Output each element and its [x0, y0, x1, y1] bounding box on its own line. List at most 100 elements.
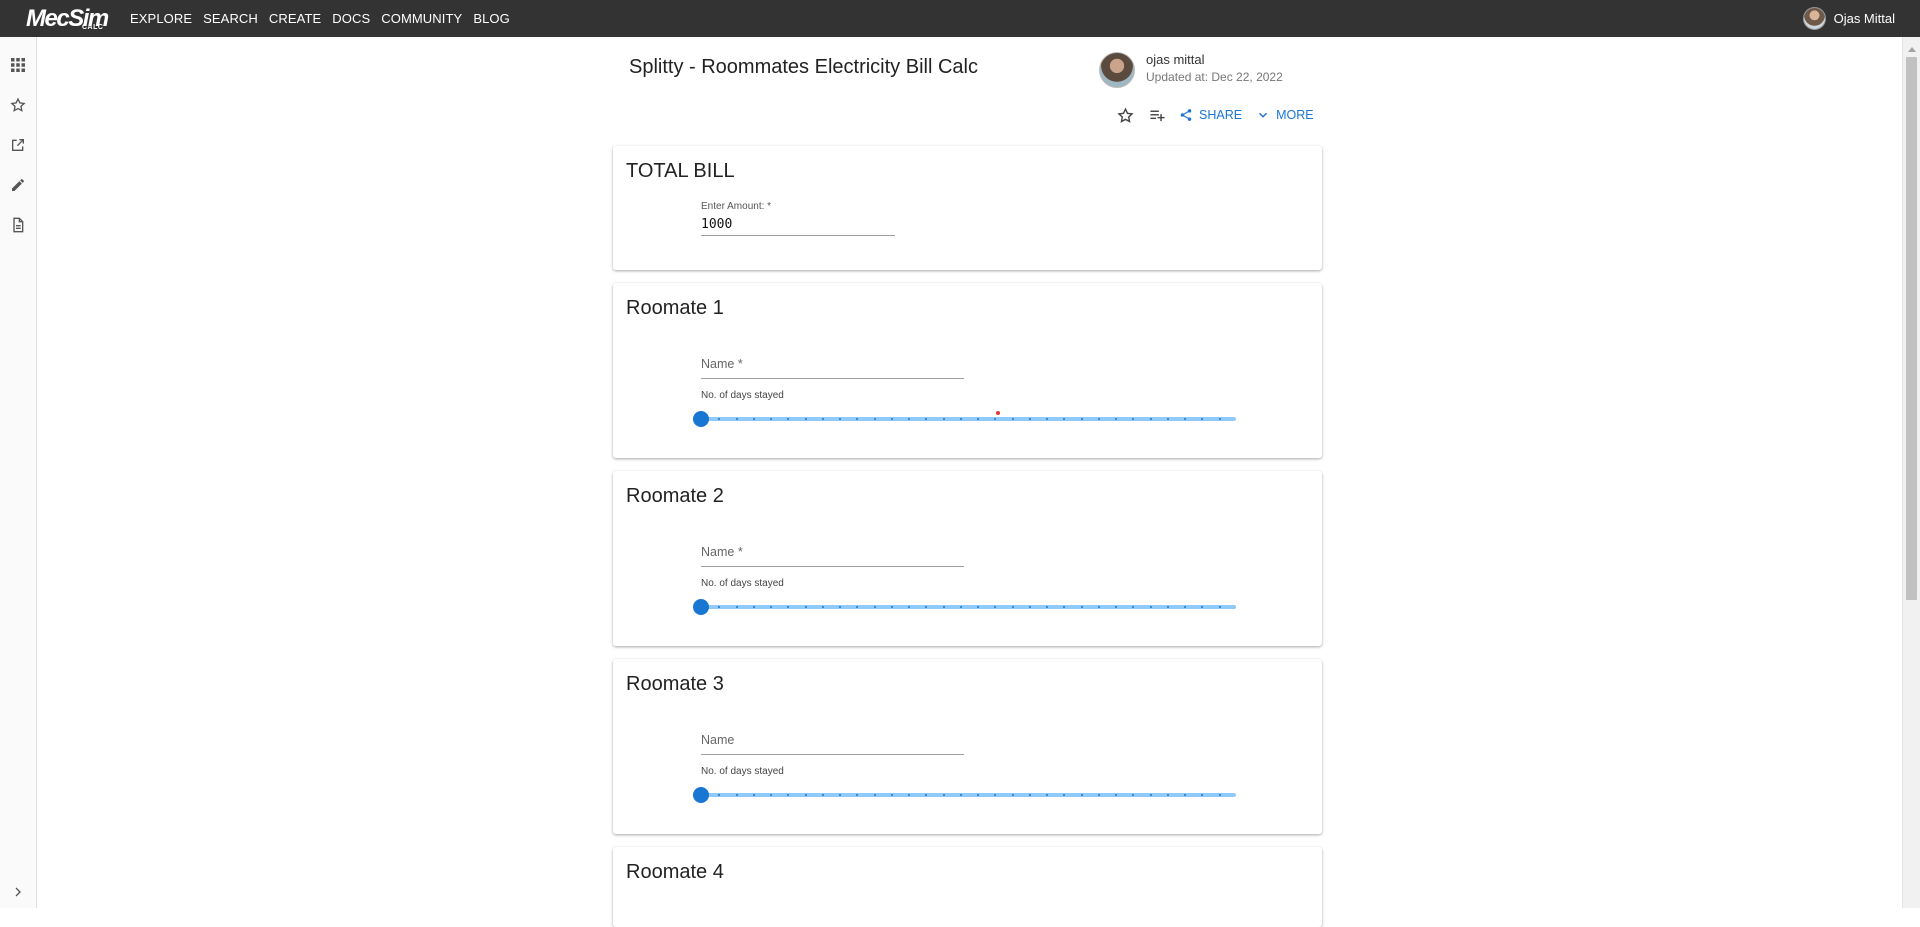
slider-tick-mark [752, 794, 755, 796]
playlist-add-icon[interactable] [1147, 105, 1167, 125]
chevron-down-icon [1259, 112, 1268, 118]
name-input[interactable]: Name [701, 733, 964, 747]
slider-tick-mark [804, 418, 807, 420]
total-bill-card: TOTAL BILL Enter Amount: * 1000 [613, 146, 1322, 270]
slider-tick-mark [770, 606, 773, 608]
slider-tick-mark [1011, 606, 1014, 608]
mecsim-logo[interactable]: MecSim CALC [26, 4, 109, 32]
slider-thumb[interactable] [693, 411, 709, 427]
left-sidebar [0, 37, 37, 908]
vertical-scrollbar[interactable] [1902, 37, 1920, 908]
card-title: TOTAL BILL [626, 160, 735, 182]
slider-tick-mark [1011, 794, 1014, 796]
nav-community[interactable]: COMMUNITY [381, 11, 462, 26]
card-title: Roomate 1 [626, 297, 724, 319]
slider-tick-mark [1166, 606, 1169, 608]
edit-pencil-icon[interactable] [8, 175, 28, 195]
slider-tick-mark [735, 606, 738, 608]
share-icon [1180, 109, 1192, 121]
slider-tick-mark [1080, 606, 1083, 608]
slider-tick-mark [873, 794, 876, 796]
slider-tick-mark [942, 606, 945, 608]
days-slider[interactable] [693, 411, 1236, 427]
author-avatar[interactable] [1099, 52, 1135, 88]
name-field[interactable]: Name [701, 733, 964, 755]
name-underline [701, 566, 964, 567]
nav-search[interactable]: SEARCH [203, 11, 258, 26]
slider-tick-mark [1028, 418, 1031, 420]
user-name: Ojas Mittal [1833, 11, 1895, 26]
name-input[interactable]: Name * [701, 545, 964, 559]
star-outline-icon[interactable] [8, 95, 28, 115]
days-slider[interactable] [693, 599, 1236, 615]
slider-tick-mark [942, 794, 945, 796]
slider-tick-mark [1149, 606, 1152, 608]
slider-tick-mark [959, 418, 962, 420]
days-label: No. of days stayed [701, 578, 784, 589]
chevron-right-icon[interactable] [8, 882, 28, 902]
days-label: No. of days stayed [701, 766, 784, 777]
amount-field[interactable]: Enter Amount: * 1000 [701, 201, 895, 236]
slider-tick-mark [1011, 418, 1014, 420]
slider-tick-mark [1028, 606, 1031, 608]
slider-tick-mark [942, 418, 945, 420]
slider-tick-mark [821, 606, 824, 608]
author-name[interactable]: ojas mittal [1146, 52, 1205, 67]
slider-tick-mark [752, 418, 755, 420]
slider-tick-mark [1097, 418, 1100, 420]
name-input[interactable]: Name * [701, 357, 964, 371]
name-field[interactable]: Name * [701, 545, 964, 567]
main-nav: EXPLORE SEARCH CREATE DOCS COMMUNITY BLO… [130, 0, 521, 37]
slider-tick-mark [735, 418, 738, 420]
slider-track[interactable] [701, 417, 1236, 421]
slider-tick-mark [804, 794, 807, 796]
more-label: MORE [1276, 108, 1314, 122]
slider-tick-mark [735, 794, 738, 796]
slider-tick-mark [1218, 606, 1221, 608]
slider-tick-mark [1080, 418, 1083, 420]
slider-tick-mark [1149, 794, 1152, 796]
slider-thumb[interactable] [693, 787, 709, 803]
slider-thumb[interactable] [693, 599, 709, 615]
open-in-new-icon[interactable] [8, 135, 28, 155]
scroll-thumb[interactable] [1906, 57, 1917, 600]
slider-tick-mark [890, 606, 893, 608]
nav-docs[interactable]: DOCS [332, 11, 370, 26]
slider-tick-mark [1218, 418, 1221, 420]
roommate-3-card: Roomate 3 Name No. of days stayed [613, 659, 1322, 834]
nav-blog[interactable]: BLOG [473, 11, 510, 26]
favorite-star-icon[interactable] [1115, 105, 1135, 125]
slider-tick-mark [770, 418, 773, 420]
user-avatar [1802, 7, 1826, 30]
updated-date: Updated at: Dec 22, 2022 [1146, 70, 1283, 84]
cursor-marker [996, 411, 1000, 415]
slider-tick-mark [1166, 418, 1169, 420]
slider-tick-mark [752, 606, 755, 608]
card-title: Roomate 4 [626, 861, 724, 883]
more-button[interactable]: MORE [1256, 108, 1314, 122]
slider-tick-mark [1097, 794, 1100, 796]
card-title: Roomate 3 [626, 673, 724, 695]
name-field[interactable]: Name * [701, 357, 964, 379]
top-app-bar: MecSim CALC EXPLORE SEARCH CREATE DOCS C… [0, 0, 1920, 37]
slider-track[interactable] [701, 605, 1236, 609]
document-icon[interactable] [8, 215, 28, 235]
slider-track[interactable] [701, 793, 1236, 797]
slider-tick-mark [873, 606, 876, 608]
slider-tick-mark [873, 418, 876, 420]
amount-label: Enter Amount: * [701, 201, 772, 212]
user-menu[interactable]: Ojas Mittal [1802, 0, 1895, 37]
roommate-2-card: Roomate 2 Name * No. of days stayed [613, 471, 1322, 646]
nav-create[interactable]: CREATE [269, 11, 321, 26]
name-underline [701, 754, 964, 755]
apps-grid-icon[interactable] [8, 55, 28, 75]
days-slider[interactable] [693, 787, 1236, 803]
slider-tick-mark [1149, 418, 1152, 420]
slider-tick-mark [1028, 794, 1031, 796]
card-title: Roomate 2 [626, 485, 724, 507]
roommate-4-card: Roomate 4 [613, 847, 1322, 927]
scroll-up-arrow-icon[interactable] [1908, 47, 1916, 52]
amount-input[interactable]: 1000 [701, 217, 895, 232]
nav-explore[interactable]: EXPLORE [130, 11, 192, 26]
share-button[interactable]: SHARE [1179, 108, 1242, 122]
